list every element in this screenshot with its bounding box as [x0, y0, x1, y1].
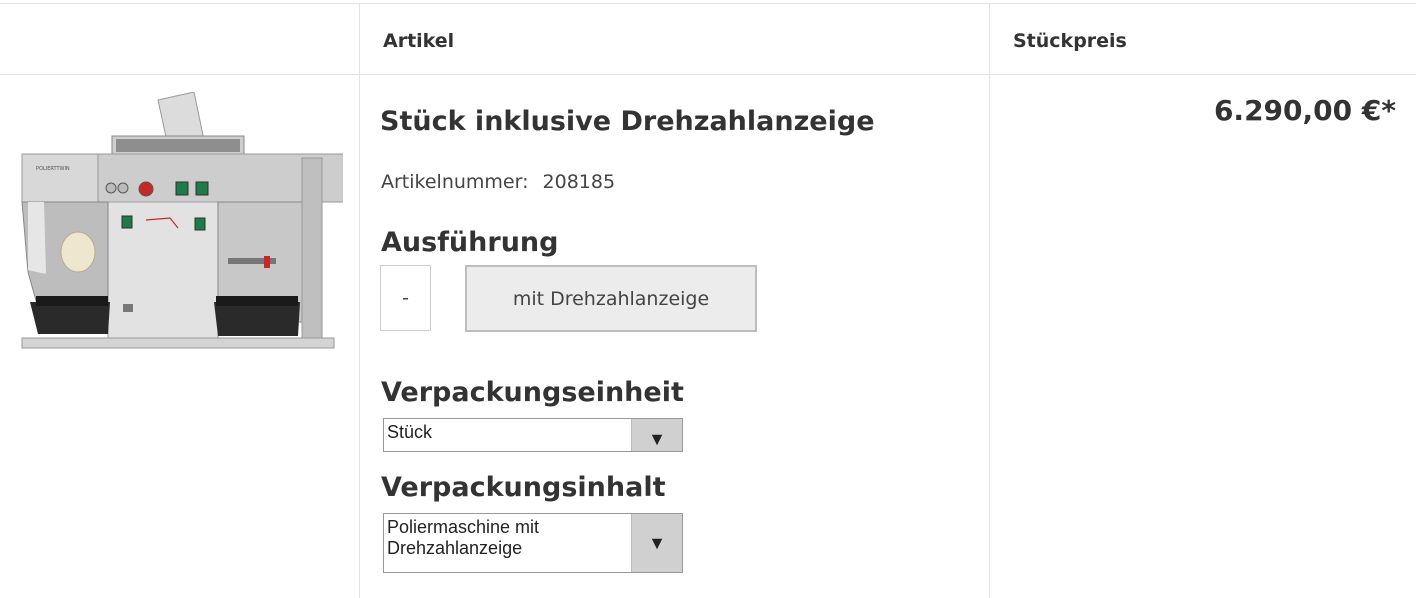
- packaging-unit-value: Stück: [387, 422, 433, 442]
- packaging-content-select[interactable]: Poliermaschine mit Drehzahlanzeige ▼: [383, 513, 683, 573]
- packaging-content-heading: Verpackungsinhalt: [381, 472, 666, 503]
- packaging-unit-heading: Verpackungseinheit: [381, 377, 684, 408]
- cart-table: Artikel Stückpreis POLIERTTWIN Stück ink…: [0, 0, 1416, 598]
- packaging-content-line-2: Drehzahlanzeige: [387, 538, 523, 558]
- article-number-value: 208185: [542, 171, 616, 193]
- chevron-down-icon: ▼: [631, 514, 682, 572]
- packaging-unit-select[interactable]: Stück ▼: [383, 418, 683, 452]
- product-title[interactable]: Stück inklusive Drehzahlanzeige: [380, 106, 875, 137]
- unit-price: 6.290,00 €*: [1213, 94, 1396, 127]
- table-top-border: [0, 3, 1416, 4]
- product-image[interactable]: POLIERTTWIN: [18, 91, 367, 370]
- variant-option-with-speed-display[interactable]: mit Drehzahlanzeige: [465, 265, 757, 332]
- header-article: Artikel: [383, 30, 455, 52]
- packaging-content-line-1: Poliermaschine mit: [387, 517, 540, 537]
- chevron-down-icon: ▼: [631, 419, 682, 451]
- article-number-label: Artikelnummer:: [381, 171, 529, 193]
- article-number-row: Artikelnummer: 208185: [381, 171, 615, 193]
- variant-heading: Ausführung: [381, 227, 559, 258]
- header-unit-price: Stückpreis: [1013, 30, 1127, 52]
- column-divider-2: [989, 3, 990, 598]
- packaging-content-value: Poliermaschine mit Drehzahlanzeige: [387, 517, 539, 559]
- variant-option-none[interactable]: -: [380, 265, 431, 331]
- column-divider-1: [359, 3, 360, 598]
- header-divider: [0, 74, 1416, 75]
- product-image-label: POLIERTTWIN: [36, 166, 70, 172]
